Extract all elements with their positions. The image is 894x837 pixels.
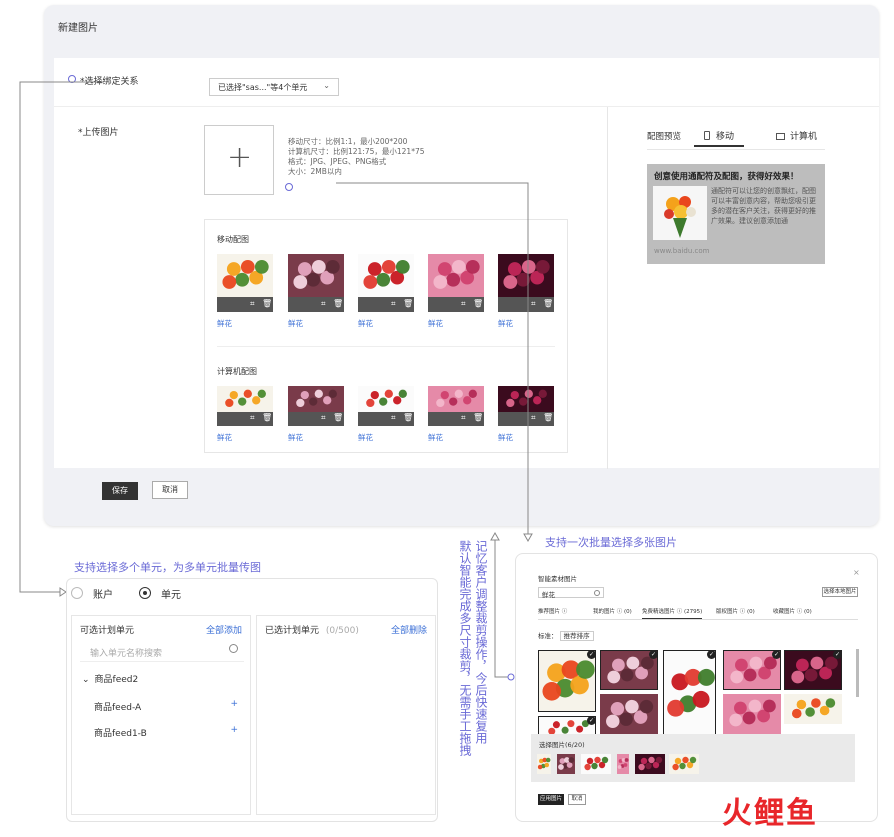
selected-tray: 选择图片(6/20) bbox=[531, 734, 855, 782]
plus-icon[interactable]: + bbox=[230, 699, 238, 709]
add-all-link[interactable]: 全部添加 bbox=[206, 623, 242, 636]
unit-search-input[interactable]: 输入单元名称搜索 bbox=[80, 642, 244, 662]
selected-thumb[interactable] bbox=[635, 754, 665, 774]
search-icon bbox=[594, 590, 600, 596]
library-image[interactable]: ✓ bbox=[723, 650, 781, 690]
divider bbox=[538, 619, 858, 620]
unit-selector-panel: 账户 单元 可选计划单元 全部添加 输入单元名称搜索 ⌄ 商品feed2 商品fe… bbox=[66, 578, 438, 822]
annotation-batch-select: 支持一次批量选择多张图片 bbox=[545, 536, 677, 549]
logo-char: 火 bbox=[722, 796, 754, 831]
check-icon: ✓ bbox=[649, 651, 657, 659]
radio-unit[interactable] bbox=[139, 587, 151, 599]
annotation-auto-crop: 默认智能完成多尺寸裁剪，无需手工拖拽 bbox=[458, 540, 472, 756]
library-tab[interactable]: 免费精选图片 ⓘ (2795) bbox=[642, 607, 703, 619]
chevron-down-icon: ⌄ bbox=[82, 675, 90, 685]
available-units-column: 可选计划单元 全部添加 输入单元名称搜索 ⌄ 商品feed2 商品feed-A +… bbox=[71, 615, 251, 815]
apply-button[interactable]: 应用图片 bbox=[538, 794, 564, 805]
plus-icon[interactable]: + bbox=[230, 725, 238, 735]
scrollbar[interactable] bbox=[856, 649, 859, 697]
library-tab[interactable]: 版权图片 ⓘ (0) bbox=[716, 607, 755, 615]
selected-thumb[interactable] bbox=[581, 754, 611, 774]
check-icon: ✓ bbox=[772, 651, 780, 659]
library-image[interactable] bbox=[723, 694, 781, 734]
selected-units-column: 已选计划单元 (0/500) 全部删除 bbox=[256, 615, 436, 815]
library-search-input[interactable]: 鲜花 bbox=[538, 587, 604, 599]
selected-thumb[interactable] bbox=[537, 754, 551, 774]
close-icon[interactable]: × bbox=[853, 568, 860, 577]
cancel-button[interactable]: 取消 bbox=[568, 794, 586, 805]
search-icon bbox=[229, 644, 238, 653]
filter-label: 标准： 推荐排序 bbox=[538, 630, 594, 641]
selected-thumb[interactable] bbox=[669, 754, 699, 774]
delete-all-link[interactable]: 全部删除 bbox=[391, 623, 427, 636]
check-icon: ✓ bbox=[833, 651, 841, 659]
modal-title: 智能素材图片 bbox=[538, 575, 577, 583]
logo-char: 鱼 bbox=[786, 796, 818, 831]
annotation-memory: 记忆客户调整裁剪操作，今后快速复用 bbox=[474, 540, 488, 744]
annotation-multi-unit: 支持选择多个单元，为多单元批量传图 bbox=[74, 561, 261, 574]
radio-account[interactable] bbox=[71, 587, 83, 599]
tree-group[interactable]: ⌄ 商品feed2 bbox=[82, 672, 138, 685]
library-image[interactable] bbox=[784, 694, 842, 724]
logo-char: 鲤 bbox=[754, 796, 786, 831]
library-tab[interactable]: 推荐图片 ⓘ bbox=[538, 607, 567, 615]
library-image[interactable]: ✓ bbox=[784, 650, 842, 690]
selected-count: 选择图片(6/20) bbox=[539, 741, 585, 749]
check-icon: ✓ bbox=[587, 717, 595, 725]
library-image[interactable]: ✓ bbox=[663, 650, 716, 738]
library-image[interactable]: ✓ bbox=[600, 650, 658, 690]
selected-thumb[interactable] bbox=[617, 754, 629, 774]
image-library-modal: 智能素材图片 × 鲜花 选择本地图片 推荐图片 ⓘ 我的图片 ⓘ (0) 免费精选图… bbox=[515, 553, 878, 822]
selected-units-header: 已选计划单元 (0/500) 全部删除 bbox=[257, 616, 435, 642]
radio-account-label: 账户 bbox=[93, 590, 113, 601]
library-tab[interactable]: 我的图片 ⓘ (0) bbox=[593, 607, 632, 615]
radio-unit-label: 单元 bbox=[161, 590, 181, 601]
library-image[interactable] bbox=[600, 694, 658, 736]
tree-item[interactable]: 商品feed1-B + bbox=[94, 725, 244, 739]
library-tab[interactable]: 收藏图片 ⓘ (0) bbox=[773, 607, 812, 615]
check-icon: ✓ bbox=[707, 651, 715, 659]
local-upload-button[interactable]: 选择本地图片 bbox=[822, 587, 858, 597]
selected-thumb[interactable] bbox=[557, 754, 575, 774]
sort-select[interactable]: 推荐排序 bbox=[559, 631, 594, 641]
brand-logo: 火鲤鱼 bbox=[722, 788, 818, 832]
check-icon: ✓ bbox=[587, 651, 595, 659]
available-units-header: 可选计划单元 全部添加 bbox=[72, 616, 250, 642]
tree-item[interactable]: 商品feed-A + bbox=[94, 699, 244, 713]
library-image[interactable]: ✓ bbox=[538, 650, 596, 712]
